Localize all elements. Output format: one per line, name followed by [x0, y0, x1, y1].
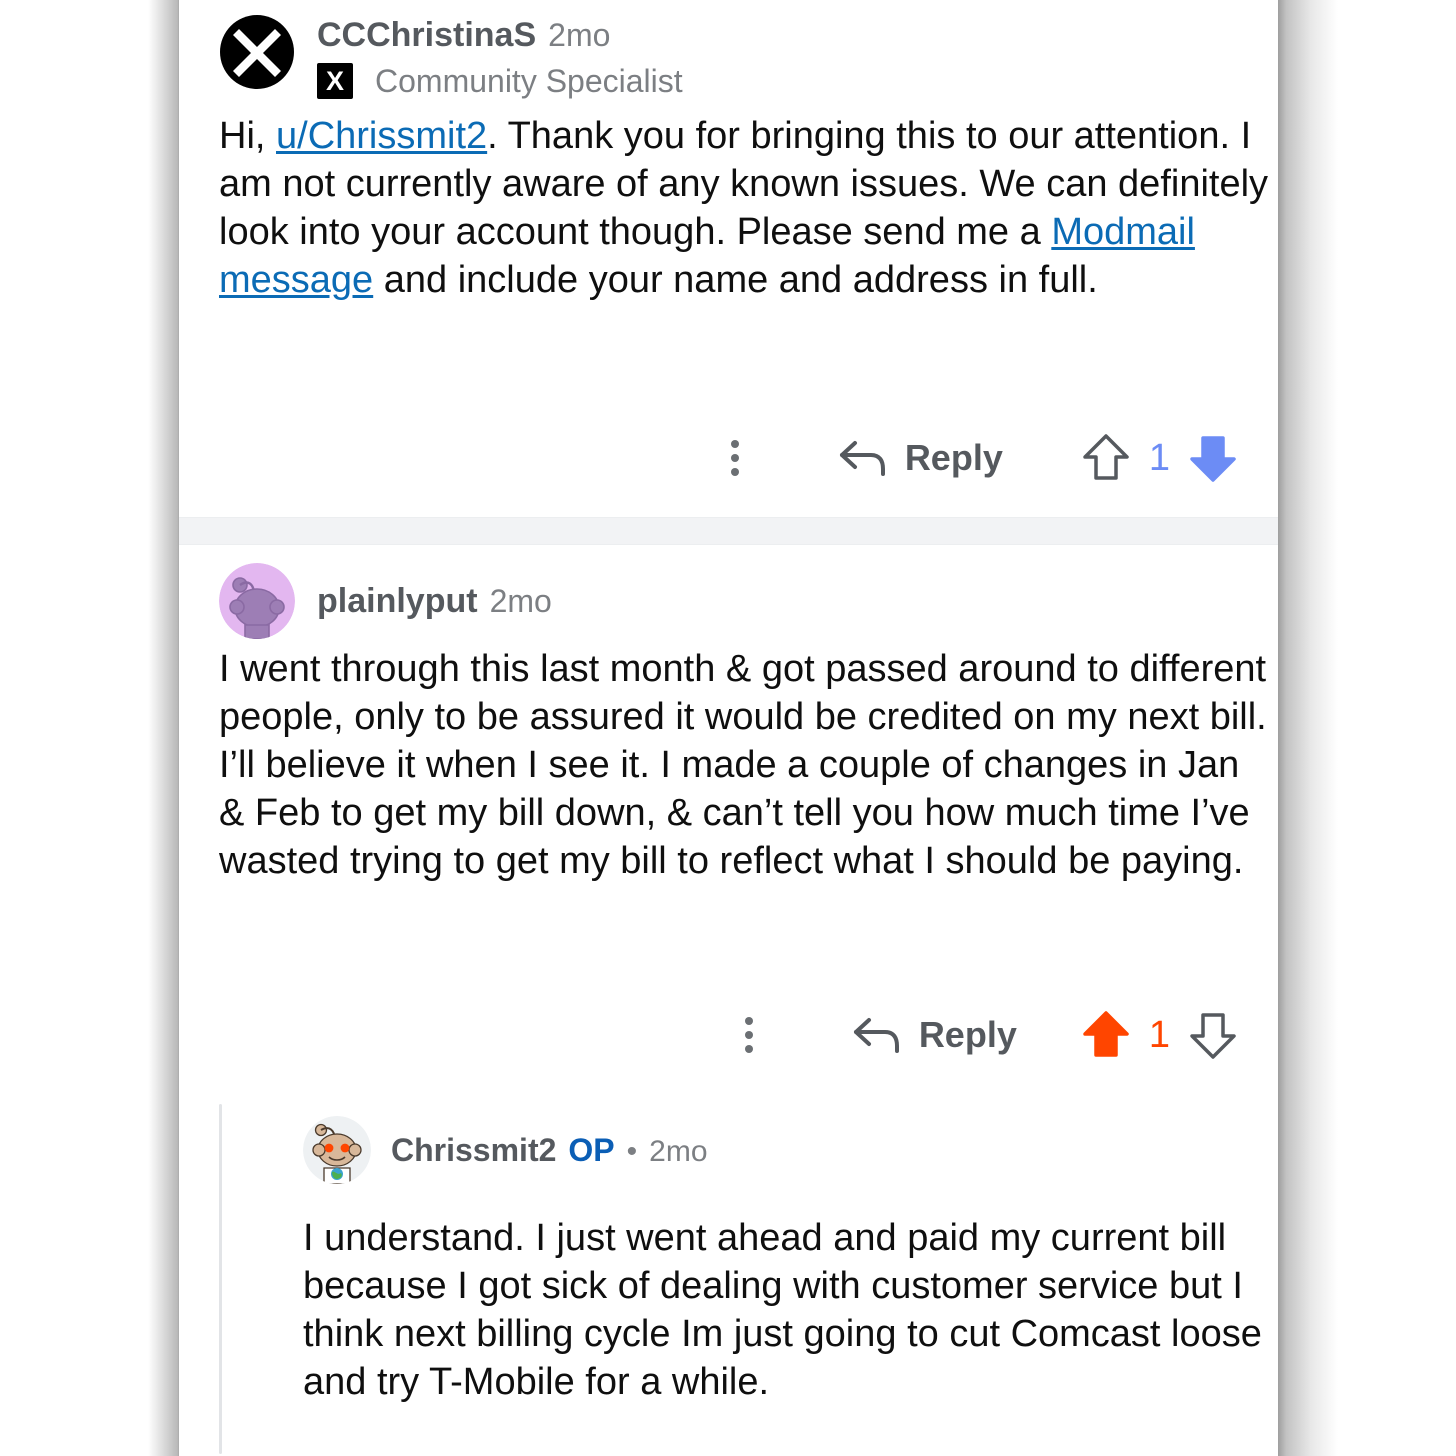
snoo-tan-avatar-glyph: [303, 1116, 371, 1184]
reply-button[interactable]: Reply: [849, 1013, 1017, 1057]
page-left-shadow: [148, 0, 180, 1456]
vote-group: 1: [1081, 431, 1238, 485]
comment-thread-screen: CCChristinaS 2mo X Community Specialist …: [0, 0, 1456, 1456]
op-badge: OP: [568, 1132, 615, 1168]
downvote-icon[interactable]: [1188, 1008, 1238, 1062]
comment-timestamp: 2mo: [489, 583, 552, 619]
comment-timestamp: 2mo: [548, 17, 611, 53]
flair-label: Community Specialist: [375, 63, 683, 99]
comment-ccchristinas: CCChristinaS 2mo X Community Specialist …: [179, 0, 1278, 518]
comment-action-row: Reply 1: [179, 430, 1278, 486]
vote-score: 1: [1148, 436, 1170, 479]
author-flair: X Community Specialist: [317, 60, 683, 102]
body-text: and include your name and address in ful…: [373, 259, 1098, 301]
author-name[interactable]: Chrissmit2: [391, 1116, 556, 1184]
meta-separator: •: [626, 1135, 638, 1168]
body-text: Hi,: [219, 115, 276, 157]
snoo-purple-avatar[interactable]: [219, 563, 295, 639]
xfinity-x-flair-icon: X: [317, 63, 353, 99]
author-row: Chrissmit2 OP • 2mo: [391, 1116, 708, 1186]
author-name[interactable]: CCChristinaS: [317, 12, 536, 58]
upvote-icon[interactable]: [1081, 431, 1131, 485]
comment-header: CCChristinaS 2mo X Community Specialist: [219, 14, 683, 102]
comment-action-row: Reply 1: [179, 1007, 1278, 1063]
author-row: CCChristinaS 2mo: [317, 12, 683, 58]
comment-body: Hi, u/Chrissmit2. Thank you for bringing…: [219, 112, 1274, 304]
reply-button[interactable]: Reply: [835, 436, 1003, 480]
reply-label: Reply: [918, 1014, 1017, 1055]
comment-header: plainlyput 2mo: [219, 563, 552, 639]
comment-timestamp: 2mo: [649, 1135, 708, 1168]
author-row: plainlyput 2mo: [317, 563, 552, 639]
thread-line[interactable]: [219, 1104, 222, 1454]
comment-body: I went through this last month & got pas…: [219, 648, 1267, 882]
reply-header-text: Chrissmit2 OP • 2mo: [391, 1116, 708, 1186]
reply-arrow-icon: [853, 1018, 899, 1053]
upvote-icon[interactable]: [1081, 1008, 1131, 1062]
comment-header-text: CCChristinaS 2mo X Community Specialist: [317, 12, 683, 102]
snoo-tan-avatar[interactable]: [303, 1116, 371, 1184]
user-mention-link[interactable]: u/Chrissmit2: [276, 115, 487, 157]
comment-separator-band: [179, 518, 1278, 544]
comment-header-text: plainlyput 2mo: [317, 563, 552, 639]
reply-arrow-icon: [839, 441, 885, 476]
vote-score: 1: [1148, 1013, 1170, 1056]
reply-body: I understand. I just went ahead and paid…: [303, 1217, 1262, 1403]
more-options-icon[interactable]: [707, 430, 763, 486]
downvote-icon[interactable]: [1188, 431, 1238, 485]
comments-card: CCChristinaS 2mo X Community Specialist …: [179, 0, 1278, 1456]
reply-header: Chrissmit2 OP • 2mo: [303, 1116, 708, 1186]
vote-group: 1: [1081, 1008, 1238, 1062]
snoo-purple-avatar-glyph: [219, 563, 295, 639]
xfinity-x-avatar[interactable]: [219, 14, 295, 90]
author-name[interactable]: plainlyput: [317, 563, 478, 639]
reply-label: Reply: [904, 437, 1003, 478]
comment-plainlyput: plainlyput 2mo I went through this last …: [179, 545, 1278, 1456]
xfinity-x-avatar-glyph: [220, 15, 294, 89]
more-options-icon[interactable]: [721, 1007, 777, 1063]
